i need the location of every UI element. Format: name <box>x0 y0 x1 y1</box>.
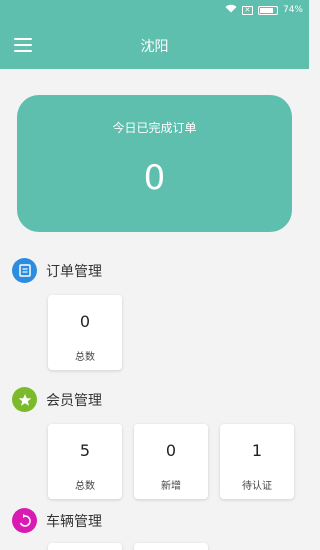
section-vehicles: 车辆管理 <box>12 508 102 533</box>
members-new-value: 0 <box>165 441 177 460</box>
members-pending-tile[interactable]: 1 待认证 <box>220 424 294 499</box>
battery-percent: 74% <box>282 5 303 15</box>
members-new-tile[interactable]: 0 新增 <box>134 424 208 499</box>
members-new-label: 新增 <box>161 481 181 492</box>
wifi-icon <box>225 4 237 16</box>
app-bar: ✕ 74% 沈阳 <box>0 0 309 69</box>
orders-total-tile[interactable]: 0 总数 <box>48 295 122 370</box>
section-vehicles-title: 车辆管理 <box>46 513 102 530</box>
members-total-value: 5 <box>79 441 91 460</box>
section-orders: 订单管理 <box>12 258 102 283</box>
today-orders-label: 今日已完成订单 <box>112 121 197 135</box>
today-orders-card: 今日已完成订单 0 <box>17 95 292 232</box>
members-total-label: 总数 <box>75 481 95 492</box>
page-title: 沈阳 <box>140 39 169 55</box>
members-total-tile[interactable]: 5 总数 <box>48 424 122 499</box>
members-pending-label: 待认证 <box>242 481 272 492</box>
refresh-icon <box>12 508 37 533</box>
orders-total-value: 0 <box>79 312 91 331</box>
vehicles-tile[interactable] <box>48 543 122 550</box>
clipboard-icon <box>12 258 37 283</box>
status-bar: ✕ 74% <box>225 3 303 17</box>
orders-total-label: 总数 <box>75 352 95 363</box>
star-icon <box>12 387 37 412</box>
section-orders-title: 订单管理 <box>46 263 102 280</box>
section-members-title: 会员管理 <box>46 392 102 409</box>
members-pending-value: 1 <box>251 441 263 460</box>
no-sim-icon: ✕ <box>241 5 253 15</box>
today-orders-count: 0 <box>143 158 166 198</box>
vehicles-tile[interactable] <box>134 543 208 550</box>
battery-icon <box>257 5 278 15</box>
section-members: 会员管理 <box>12 387 102 412</box>
